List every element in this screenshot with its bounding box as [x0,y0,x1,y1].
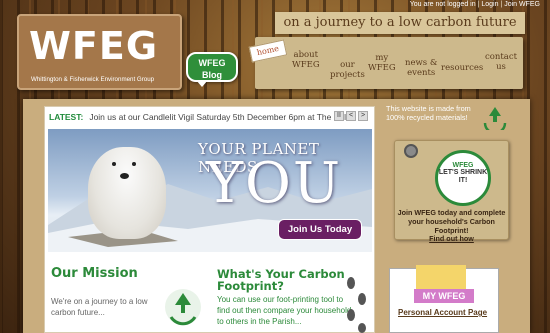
recycle-icon [483,107,507,130]
recycle-house-icon [165,289,201,326]
nav-projects[interactable]: our projects [330,60,365,80]
nav-news-l2: events [407,68,436,78]
badge-wfeg: WFEG [452,162,474,169]
polar-bear-image [88,147,166,239]
blog-line1: WFEG [198,58,226,68]
latest-label: LATEST: [49,112,84,122]
shrink-text: Join WFEG today and complete your househ… [397,208,506,235]
hero-banner: YOUR PLANET NEEDS YOU Join Us Today [48,129,372,252]
banner-you: YOU [206,151,343,216]
ticker-controls: II < > [334,111,368,121]
nav-news[interactable]: news & events [405,58,437,78]
mission-text: We're on a journey to a low carbon futur… [51,297,148,317]
login-bar: You are not logged in | Login | Join WFE… [409,1,540,8]
mywfeg-heading: MY WFEG [414,289,474,303]
nav-projects-l1: our [340,60,355,70]
prev-icon[interactable]: < [346,111,356,121]
nav-resources-l1: resources [441,63,484,73]
bear-eye-icon [112,162,116,166]
nav-resources[interactable]: resources [441,63,483,73]
site-logo[interactable]: WFEG Whittington & Fisherwick Environmen… [17,14,182,90]
nav-contact-l1: contact [485,52,518,62]
login-link[interactable]: Login [481,1,498,8]
mywfeg-card[interactable]: MY WFEG Personal Account Page [389,265,499,333]
speech-tail-icon [196,80,208,87]
account-page-link[interactable]: Personal Account Page [398,308,487,317]
site-tagline: on a journey to a low carbon future [275,12,525,34]
blog-button[interactable]: WFEG Blog [186,52,238,87]
badge-slogan: LET'S SHRINK IT! [438,169,488,184]
bear-nose-icon [120,173,129,179]
logo-mark: WFEG [29,24,159,68]
mission-heading[interactable]: Our Mission [51,266,138,281]
latest-ticker[interactable]: LATEST: Join us at our Candlelit Vigil Sa… [49,112,348,122]
nav-news-l1: news & [405,58,438,68]
nav-about[interactable]: about WFEG [292,50,320,70]
nav-about-l2: WFEG [292,60,320,70]
nav-mywfeg-l2: WFEG [368,63,396,73]
nav-about-l1: about [293,50,319,60]
find-out-how-link[interactable]: Find out how [394,234,509,243]
nav-projects-l2: projects [330,70,365,80]
login-status: You are not logged in [409,1,476,8]
footprints-icon [347,277,366,333]
content-panel: LATEST: Join us at our Candlelit Vigil Sa… [44,106,375,333]
nav-mywfeg-l1: my [375,53,389,63]
logo-org-name: Whittington & Fisherwick Environment Gro… [31,76,155,83]
pause-icon[interactable]: II [334,111,344,121]
nav-contact-l2: us [496,62,506,72]
recycled-note: This website is made from 100% recycled … [386,104,471,122]
join-link[interactable]: Join WFEG [504,1,540,8]
nav-contact[interactable]: contact us [485,52,517,72]
bear-eye-icon [132,162,136,166]
next-icon[interactable]: > [358,111,368,121]
shrink-badge[interactable]: WFEG LET'S SHRINK IT! [435,150,491,206]
nav-mywfeg[interactable]: my WFEG [368,53,396,73]
pin-icon [404,144,418,158]
latest-text: Join us at our Candlelit Vigil Saturday … [89,112,348,122]
footprint-text: You can use our foot-printing tool to fi… [217,295,352,326]
join-us-button[interactable]: Join Us Today [278,219,362,240]
